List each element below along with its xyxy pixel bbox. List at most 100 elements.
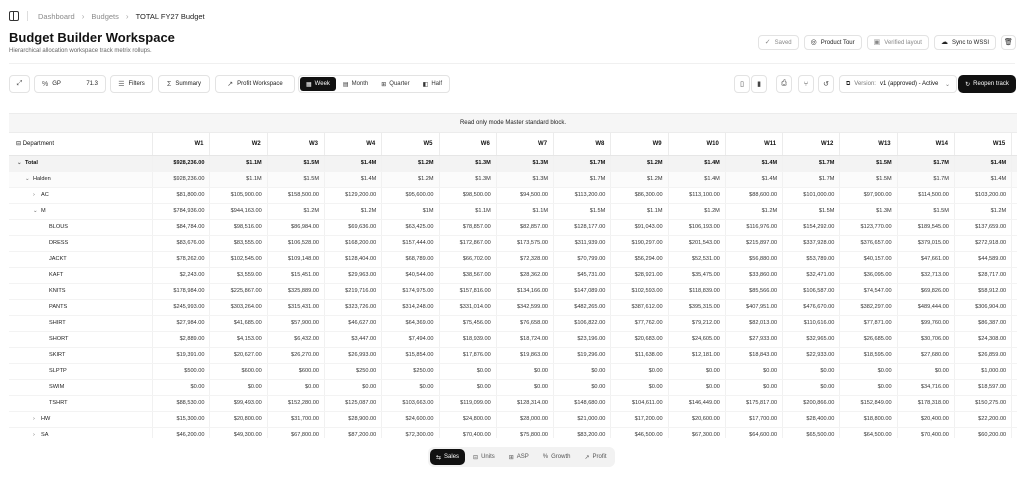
value-cell[interactable]: $125,087.00 [323,395,382,412]
value-cell[interactable]: $103,663.00 [381,395,440,412]
value-cell[interactable]: $0.00 [724,363,783,380]
value-cell[interactable]: $1.4M [323,171,382,188]
value-cell[interactable]: $88,530.00 [152,395,210,412]
value-cell[interactable]: $944,163.00 [209,203,268,220]
value-cell[interactable]: $56,880.00 [724,251,783,268]
value-cell[interactable] [1011,203,1017,220]
value-cell[interactable]: $128,404.00 [323,251,382,268]
value-cell[interactable]: $303,264.00 [209,299,268,316]
value-cell[interactable]: $88,600.00 [724,187,783,204]
table-row[interactable]: PANTS $245,993.00 $303,264.00 $315,431.00 $3… [9,299,1017,316]
value-cell[interactable]: $26,685.00 [839,331,898,348]
value-cell[interactable]: $74,547.00 [839,283,898,300]
value-cell[interactable]: $36 [1011,299,1017,316]
chevron-down-icon[interactable]: ⌄ [17,160,25,166]
value-cell[interactable]: $18,800.00 [839,411,898,428]
value-cell[interactable]: $6,432.00 [266,331,325,348]
value-cell[interactable]: $46,200.00 [152,427,210,438]
value-cell[interactable]: $35,475.00 [667,267,726,284]
value-cell[interactable]: $0.00 [438,379,497,396]
value-cell[interactable]: $1.7M [782,155,840,172]
value-cell[interactable]: $376,657.00 [839,235,898,252]
value-cell[interactable]: $17,876.00 [438,347,497,364]
value-cell[interactable]: $26,270.00 [266,347,325,364]
value-cell[interactable]: $66,702.00 [438,251,497,268]
value-cell[interactable]: $ [1011,379,1017,396]
value-cell[interactable]: $1.1M [610,203,669,220]
value-cell[interactable]: $128,314.00 [495,395,554,412]
value-cell[interactable]: $379,015.00 [896,235,955,252]
value-cell[interactable]: $1.2M [323,203,382,220]
value-cell[interactable]: $69,826.00 [896,283,955,300]
value-cell[interactable]: $20,400.00 [896,411,955,428]
value-cell[interactable]: $1.3M [495,155,554,172]
value-cell[interactable]: $9 [1011,315,1017,332]
value-cell[interactable]: $102,545.00 [209,251,268,268]
table-row[interactable]: SLPTP $500.00 $600.00 $600.00 $250.00 $250.00… [9,363,1017,380]
value-cell[interactable]: $18,724.00 [495,331,554,348]
table-row[interactable]: SWIM $0.00 $0.00 $0.00 $0.00 $0.00 $0.00 $0.00 $… [9,379,1017,396]
value-cell[interactable]: $600.00 [209,363,268,380]
table-row[interactable]: SHIRT $27,984.00 $41,685.00 $57,900.00 $46,6… [9,315,1017,332]
value-cell[interactable]: $0.00 [667,363,726,380]
value-cell[interactable]: $70,799.00 [553,251,611,268]
value-cell[interactable]: $7 [1011,427,1017,438]
value-cell[interactable]: $86,984.00 [266,219,325,236]
value-cell[interactable]: $110,616.00 [782,315,840,332]
value-cell[interactable]: $482,265.00 [553,299,611,316]
week-column-header[interactable]: W9 [610,133,669,156]
value-cell[interactable]: $69,636.00 [323,219,382,236]
value-cell[interactable]: $36,095.00 [839,267,898,284]
value-cell[interactable]: $16 [1011,395,1017,412]
value-cell[interactable] [1011,171,1017,188]
value-cell[interactable]: $49,300.00 [209,427,268,438]
value-cell[interactable]: $0.00 [438,363,497,380]
metric-growth[interactable]: % Growth [537,449,577,465]
value-cell[interactable]: $1.5M [266,155,325,172]
value-cell[interactable]: $158,500.00 [266,187,325,204]
value-cell[interactable]: $26,859.00 [953,347,1012,364]
value-cell[interactable]: $250.00 [323,363,382,380]
value-cell[interactable]: $0.00 [209,379,268,396]
value-cell[interactable]: $17 [1011,219,1017,236]
value-cell[interactable]: $0.00 [495,379,554,396]
value-cell[interactable]: $315,431.00 [266,299,325,316]
value-cell[interactable]: $219,716.00 [323,283,382,300]
value-cell[interactable]: $85,566.00 [724,283,783,300]
value-cell[interactable]: $0.00 [724,379,783,396]
value-cell[interactable]: $1.4M [667,155,726,172]
value-cell[interactable]: $146,449.00 [667,395,726,412]
value-cell[interactable]: $190,297.00 [610,235,669,252]
value-cell[interactable]: $1.2M [266,203,325,220]
value-cell[interactable]: $91,043.00 [610,219,669,236]
value-cell[interactable]: $1.2M [953,203,1012,220]
metric-profit[interactable]: ↗ Profit [578,449,612,465]
value-cell[interactable]: $272,918.00 [953,235,1012,252]
value-cell[interactable]: $250.00 [381,363,440,380]
value-cell[interactable]: $104,611.00 [610,395,669,412]
table-row[interactable]: DRESS $83,676.00 $83,555.00 $106,528.00 $168… [9,235,1017,252]
chevron-down-icon[interactable]: ⌄ [33,208,41,214]
table-row[interactable]: KAFT $2,243.00 $3,559.00 $15,451.00 $29,963.… [9,267,1017,284]
table-row[interactable]: ⌄ Total $928,236.00 $1.1M $1.5M $1.4M $1.2M $1.… [9,155,1017,172]
value-cell[interactable]: $40,157.00 [839,251,898,268]
value-cell[interactable]: $106,822.00 [553,315,611,332]
week-column-header[interactable]: W13 [839,133,898,156]
print-button[interactable]: ⎙ [776,75,792,93]
week-column-header[interactable]: W8 [553,133,611,156]
value-cell[interactable]: $1.5M [266,171,325,188]
value-cell[interactable]: $12,181.00 [667,347,726,364]
value-cell[interactable]: $1.2M [724,203,783,220]
table-row[interactable]: SHORT $2,889.00 $4,153.00 $6,432.00 $3,447.0… [9,331,1017,348]
value-cell[interactable]: $200,866.00 [782,395,840,412]
value-cell[interactable]: $87,200.00 [323,427,382,438]
value-cell[interactable]: $178,984.00 [152,283,210,300]
summary-button[interactable]: Σ Summary [158,75,210,93]
value-cell[interactable] [1011,155,1017,172]
value-cell[interactable]: $1.5M [896,203,955,220]
value-cell[interactable]: $82,013.00 [724,315,783,332]
value-cell[interactable]: $157,816.00 [438,283,497,300]
value-cell[interactable]: $113,200.00 [553,187,611,204]
value-cell[interactable]: $178,318.00 [896,395,955,412]
breadcrumb-budgets[interactable]: Budgets [91,12,119,21]
